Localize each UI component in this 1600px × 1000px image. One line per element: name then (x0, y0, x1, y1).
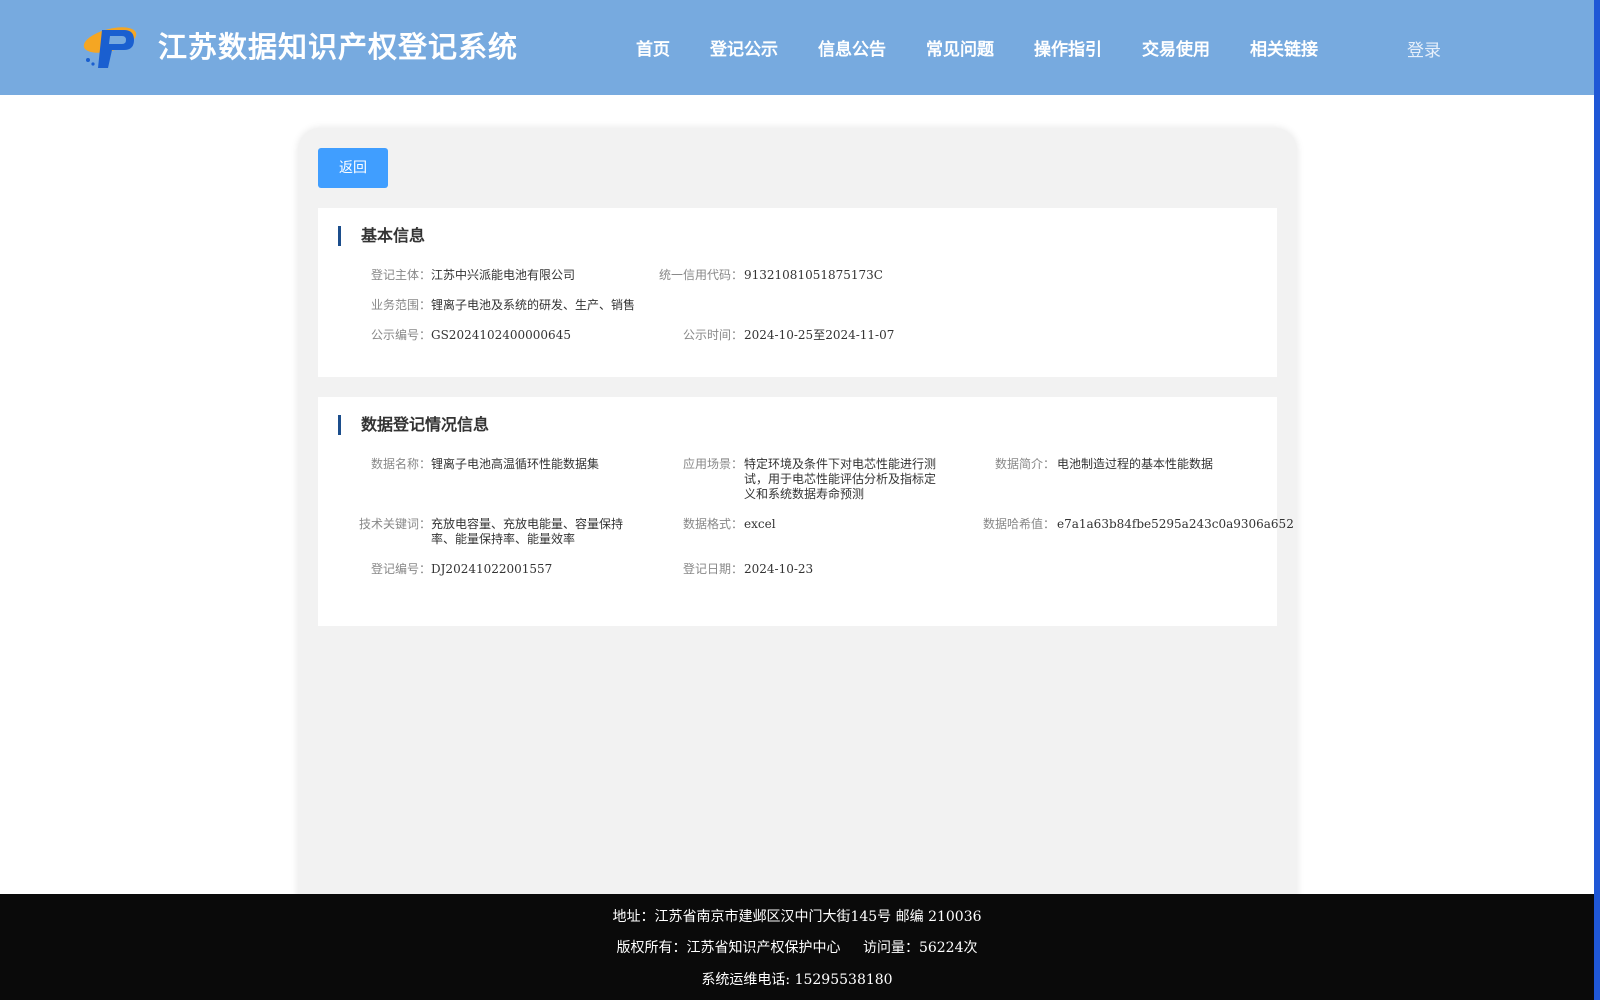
nav-item-trading[interactable]: 交易使用 (1142, 35, 1210, 60)
field-value: excel (744, 517, 776, 531)
nav-item-guide[interactable]: 操作指引 (1034, 35, 1102, 60)
field-value: 锂离子电池高温循环性能数据集 (431, 457, 600, 471)
field-label: 公示编号： (370, 328, 431, 342)
field-label: 登记编号： (370, 562, 431, 576)
footer-phone: 系统运维电话: 15295538180 (701, 972, 893, 988)
nav-item-registration-notice[interactable]: 登记公示 (710, 35, 778, 60)
window-edge (1594, 0, 1600, 1000)
section-title: 数据登记情况信息 (338, 415, 489, 435)
field-value: 江苏中兴派能电池有限公司 (431, 268, 576, 282)
field-label: 数据名称： (370, 457, 431, 471)
field-label: 技术关键词： (358, 517, 431, 531)
field-label: 数据格式： (682, 517, 743, 531)
section-title: 基本信息 (338, 226, 425, 246)
field-label: 业务范围： (370, 298, 431, 312)
field-label: 数据哈希值： (982, 517, 1055, 531)
field-label: 登记主体： (370, 268, 431, 282)
back-button[interactable]: 返回 (318, 148, 388, 188)
footer-address: 地址：江苏省南京市建邺区汉中门大街145号 邮编 210036 (612, 909, 982, 925)
field-value: e7a1a63b84fbe5295a243c0a9306a652 (1057, 517, 1294, 531)
nav-item-links[interactable]: 相关链接 (1250, 35, 1318, 60)
footer-copyright-line: 版权所有：江苏省知识产权保护中心 访问量：56224次 (0, 937, 1594, 957)
footer-visit-count: 访问量：56224次 (862, 940, 978, 956)
nav-item-announcements[interactable]: 信息公告 (818, 35, 886, 60)
field-value: 特定环境及条件下对电芯性能进行测试，用于电芯性能评估分析及指标定义和系统数据寿命… (744, 457, 937, 501)
site-footer: 地址：江苏省南京市建邺区汉中门大街145号 邮编 210036 版权所有：江苏省… (0, 894, 1594, 1000)
site-logo (83, 27, 137, 68)
field-value: 锂离子电池及系统的研发、生产、销售 (431, 298, 636, 312)
field-value: 91321081051875173C (744, 268, 883, 282)
field-label: 应用场景： (682, 457, 743, 471)
field-label: 公示时间： (682, 328, 743, 342)
field-label: 数据简介： (994, 457, 1055, 471)
detail-card: 返回 基本信息 登记主体： 江苏中兴派能电池有限公司 统一信用代码： 91321… (298, 128, 1297, 928)
field-value: 充放电容量、充放电能量、容量保持率、能量保持率、能量效率 (431, 517, 624, 546)
field-value: 2024-10-25至2024-11-07 (744, 328, 895, 342)
site-header: 江苏数据知识产权登记系统 首页 登记公示 信息公告 常见问题 操作指引 交易使用… (0, 0, 1594, 95)
nav-item-faq[interactable]: 常见问题 (926, 35, 994, 60)
basic-info-panel: 基本信息 登记主体： 江苏中兴派能电池有限公司 统一信用代码： 91321081… (318, 208, 1277, 377)
registration-info-panel: 数据登记情况信息 数据名称： 锂离子电池高温循环性能数据集 应用场景： 特定环境… (318, 397, 1294, 626)
field-label: 统一信用代码： (658, 268, 743, 282)
footer-copyright: 版权所有：江苏省知识产权保护中心 (616, 940, 841, 956)
field-label: 登记日期： (682, 562, 743, 576)
field-value: GS2024102400000645 (431, 328, 571, 342)
field-value: 电池制造过程的基本性能数据 (1057, 457, 1214, 471)
site-title: 江苏数据知识产权登记系统 (158, 30, 519, 64)
nav-item-home[interactable]: 首页 (636, 35, 670, 60)
login-link[interactable]: 登录 (1407, 36, 1441, 61)
field-value: DJ20241022001557 (431, 562, 553, 576)
field-value: 2024-10-23 (744, 562, 814, 576)
